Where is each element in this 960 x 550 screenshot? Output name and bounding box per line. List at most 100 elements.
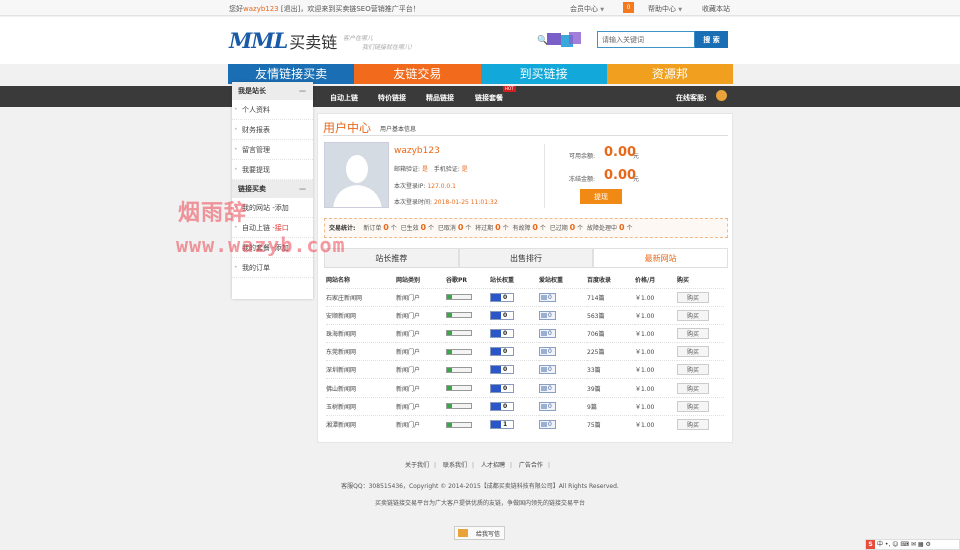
baidu-index-cell: 706篇 [587,323,635,343]
col-baidu-weight: 站长权重 [490,277,515,285]
main-nav-link-exchange[interactable]: 友情链接买卖 [228,64,355,84]
write-letter-button[interactable]: 给我写信 [454,526,505,540]
sidebar-item-finance[interactable]: • 财务报表 [232,120,313,140]
buy-button[interactable]: 购买 [677,346,709,358]
aizhan-icon [541,367,547,373]
baidu-paw-icon [491,384,501,392]
stat-fault-processing[interactable]: 故障处理中 0 个 [587,223,632,232]
tab-sales-ranking[interactable]: 出售排行 [458,248,594,267]
footer-contact[interactable]: 联系我们 [443,462,467,469]
stat-active[interactable]: 已生效 0 个 [401,223,434,232]
add-site-link[interactable]: -添加 [272,204,289,212]
trade-stats-label: 交易统计: [329,225,356,232]
help-center-link[interactable]: 帮助中心 ▼ [648,4,682,14]
site-name-cell[interactable]: 珠海新闻网 [326,323,396,343]
page-title: 用户中心 [323,121,372,135]
buy-button[interactable]: 购买 [677,364,709,376]
user-name: wazyb123 [394,146,440,156]
login-ip-label: 本次登录IP: [394,183,426,190]
subnav-special-links[interactable]: 特价链接 [378,93,406,103]
favorite-link[interactable]: 收藏本站 [702,4,730,14]
baidu-paw-icon [491,348,501,356]
collapse-icon[interactable]: — [299,180,306,198]
site-name-cell[interactable]: 佛山新闻网 [326,378,396,398]
footer-ads[interactable]: 广告合作 [519,462,543,469]
baidu-paw-icon [491,293,501,301]
sites-table: 网站名称 网站类别 谷歌PR 站长权重 爱站权重 百度收录 价格/月 购买 石家… [326,272,724,434]
stat-new-orders[interactable]: 新订单 0 个 [363,223,396,232]
sidebar-item-profile[interactable]: • 个人资料 [232,100,313,120]
price-cell: ￥1.00 [635,287,677,307]
subnav-auto-link[interactable]: 自动上链 [330,93,358,103]
withdraw-button[interactable]: 提现 [580,189,622,204]
collapse-icon[interactable]: — [299,82,306,100]
site-name-cell[interactable]: 石家庄新闻网 [326,287,396,307]
pr-cell [446,360,490,379]
login-time-value: 2018-01-25 11:01:32 [433,199,498,206]
main-nav-friendlink-trade[interactable]: 友链交易 [354,64,481,84]
table-row: 佛山新闻网 新闻门户 0 0 39篇 ￥1.00 购买 [326,378,724,398]
baidu-index-cell: 563篇 [587,305,635,325]
subnav-premium-links[interactable]: 精品链接 [426,93,454,103]
avatar[interactable] [324,142,389,208]
footer-about[interactable]: 关于我们 [405,462,429,469]
baidu-index-cell: 225篇 [587,342,635,361]
baidu-weight-badge: 0 [490,347,514,357]
sidebar-item-messages[interactable]: • 留言管理 [232,140,313,160]
ime-toolbar[interactable]: S中 •, ☺ ⌨ ✉ ▦ ⚙ [865,539,960,550]
aizhan-weight-badge: 0 [539,401,556,411]
sogou-ime-icon[interactable]: S [866,540,875,549]
ime-tools[interactable]: 中 •, ☺ ⌨ ✉ ▦ ⚙ [877,541,931,548]
online-service-label: 在线客服: [676,94,707,102]
logo-name: 买卖链 [289,33,338,52]
sidebar-group-webmaster[interactable]: 我是站长 — [232,82,313,100]
main-nav-buy-links[interactable]: 到买链接 [480,64,607,84]
member-center-link[interactable]: 会员中心 ▼ [570,4,604,14]
stat-expired[interactable]: 已过期 0 个 [550,223,583,232]
category-cell: 新闻门户 [396,378,446,398]
buy-button[interactable]: 购买 [677,327,709,339]
site-name-cell[interactable]: 安顺新闻网 [326,305,396,325]
search-input[interactable] [597,31,695,48]
greeting-text[interactable]: [退出]，欢迎来到买卖链SEO营销推广平台！ [281,5,420,13]
site-name-cell[interactable]: 东莞新闻网 [326,342,396,361]
customer-service-icon[interactable] [716,90,727,101]
top-bar: 您好wazyb123 [退出]，欢迎来到买卖链SEO营销推广平台！ 会员中心 ▼… [0,0,960,16]
site-name-cell[interactable]: 深圳新闻网 [326,360,396,379]
baidu-index-cell: 39篇 [587,378,635,398]
pr-cell [446,323,490,343]
sidebar-item-my-orders[interactable]: • 我的订单 [232,258,313,278]
footer-links: 关于我们 | 联系我们 | 人才招聘 | 广告合作 | [405,462,550,469]
tab-latest-sites[interactable]: 最新网站 [593,248,729,267]
sidebar-item-withdraw[interactable]: • 我要提现 [232,160,313,180]
email-verify-status: 是 [421,166,428,173]
buy-cell: 购买 [677,342,724,361]
col-pr: 谷歌PR [446,277,468,285]
deco-block-icon [547,33,561,45]
col-buy: 购买 [677,277,690,285]
buy-button[interactable]: 购买 [677,291,709,303]
message-count-badge[interactable]: 0 [623,2,634,13]
subnav-link-packages[interactable]: 链接套餐 [475,93,503,103]
stat-faulty[interactable]: 有故障 0 个 [512,223,545,232]
stat-expiring[interactable]: 将过期 0 个 [475,223,508,232]
search-button[interactable]: 搜 索 [695,31,728,48]
email-verify-label: 邮箱验证: [394,166,421,173]
aizhan-weight-cell: 0 [539,414,587,434]
baidu-weight-cell: 0 [490,396,539,416]
write-letter-label: 给我写信 [475,530,500,538]
aizhan-weight-cell: 0 [539,342,587,361]
footer-jobs[interactable]: 人才招聘 [481,462,505,469]
api-link[interactable]: -接口 [272,224,289,232]
pagerank-bar [446,312,472,319]
site-logo[interactable]: MML 买卖链 [229,28,337,54]
buy-button[interactable]: 购买 [677,419,709,431]
site-name-cell[interactable]: 玉树新闻网 [326,396,396,416]
site-name-cell[interactable]: 湘潭新闻网 [326,414,396,434]
buy-button[interactable]: 购买 [677,400,709,412]
buy-button[interactable]: 购买 [677,309,709,321]
top-username-link[interactable]: wazyb123 [243,5,279,13]
stat-cancelled[interactable]: 已取消 0 个 [438,223,471,232]
main-nav-resources[interactable]: 资源邦 [606,64,733,84]
buy-button[interactable]: 购买 [677,382,709,394]
